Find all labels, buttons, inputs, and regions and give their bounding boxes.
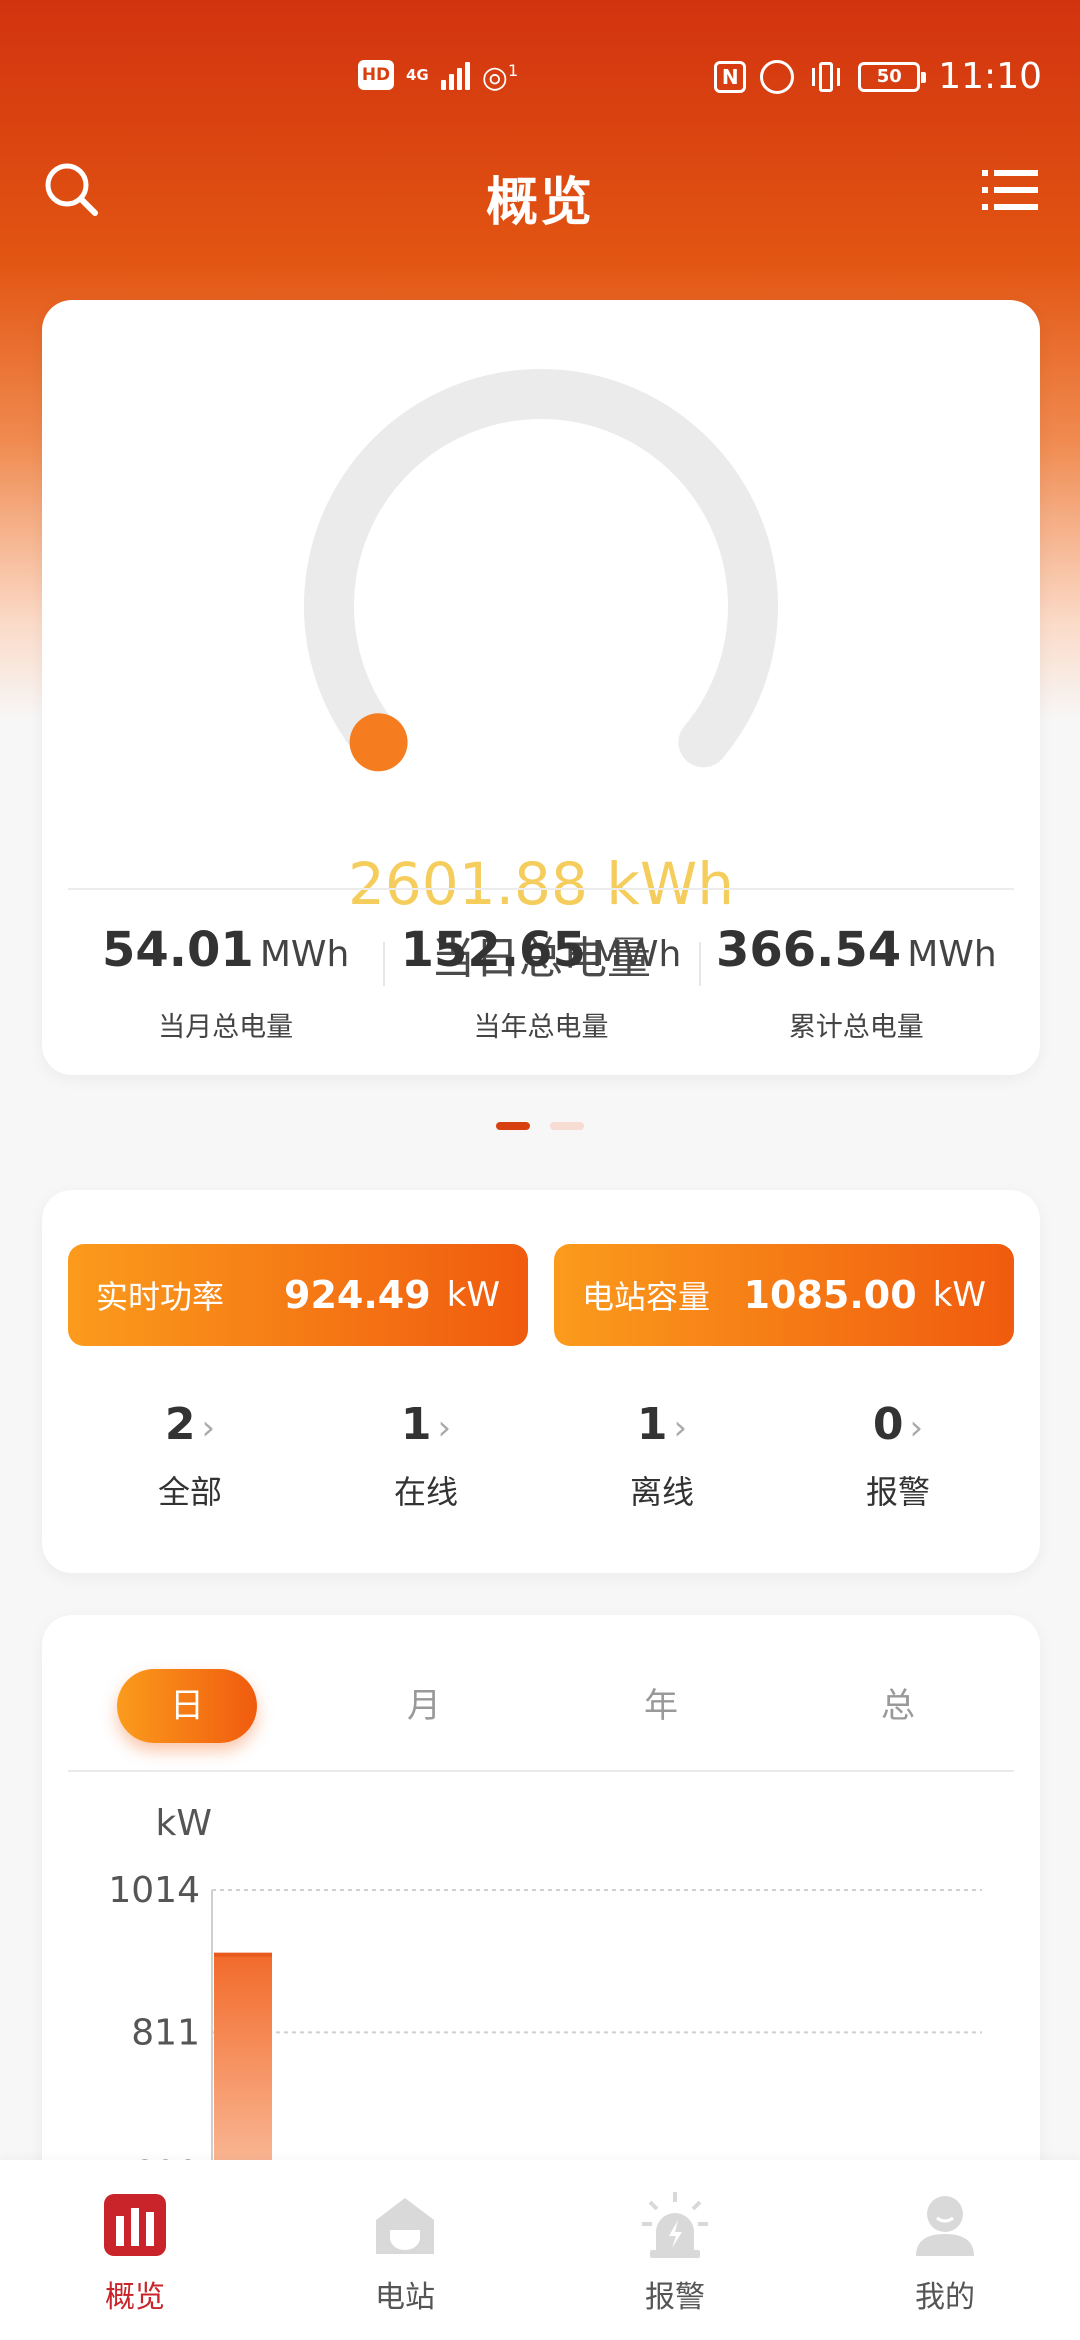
hd-badge: HD (358, 59, 394, 90)
count-all[interactable]: 2 › 全部 (72, 1400, 308, 1513)
plant-overview-card: 实时功率 924.49 kW 电站容量 1085.00 kW 2 › 全部 1 › … (42, 1190, 1040, 1573)
monthly-total-stat: 54.01 MWh 当月总电量 (68, 920, 383, 1043)
status-bar: HD 4G ◎1 N 50 11:10 (0, 0, 1080, 150)
nav-alarm[interactable]: 报警 (605, 2190, 745, 2316)
user-icon (910, 2190, 980, 2260)
list-menu-icon (982, 170, 1038, 210)
nav-label: 电站 (375, 2280, 435, 2315)
pill-label: 实时功率 (96, 1278, 225, 1316)
tab-day[interactable]: 日 (117, 1669, 257, 1743)
chevron-right-icon: › (437, 1408, 452, 1448)
pill-label: 电站容量 (582, 1278, 711, 1316)
tab-year[interactable]: 年 (591, 1669, 731, 1743)
divider (68, 888, 1014, 890)
plant-capacity-pill[interactable]: 电站容量 1085.00 kW (554, 1244, 1014, 1346)
app-header: 概览 (0, 150, 1080, 240)
carousel-pager[interactable] (496, 1122, 584, 1130)
chevron-right-icon: › (909, 1408, 924, 1448)
nfc-icon: N (714, 60, 747, 93)
chart-bars-icon (100, 2190, 170, 2260)
pill-unit: kW (446, 1275, 500, 1315)
power-chart-card: 日 月 年 总 kW1014811609 (42, 1615, 1040, 2215)
alarm-clock-icon (760, 59, 795, 94)
daily-energy-gauge (304, 369, 778, 772)
pager-dot-active[interactable] (496, 1122, 530, 1130)
tab-total[interactable]: 总 (828, 1669, 968, 1743)
battery-icon: 50 (858, 61, 927, 92)
period-tabs: 日 月 年 总 (42, 1669, 1040, 1743)
realtime-power-pill[interactable]: 实时功率 924.49 kW (68, 1244, 528, 1346)
count-label: 在线 (393, 1473, 458, 1511)
pill-value: 924.49 (284, 1273, 431, 1317)
hotspot-icon: ◎1 (481, 60, 519, 95)
power-bar-chart: kW1014811609 (108, 1803, 982, 2215)
count-offline[interactable]: 1 › 离线 (544, 1400, 780, 1513)
power-station-icon (370, 2190, 440, 2260)
count-online[interactable]: 1 › 在线 (308, 1400, 544, 1513)
chevron-right-icon: › (201, 1408, 216, 1448)
bottom-navigation: 概览 电站 报警 我的 (0, 2160, 1080, 2340)
stat-unit: MWh (259, 934, 350, 975)
y-tick-label: 1014 (108, 1870, 200, 1911)
energy-summary-card[interactable]: 2601.88 kWh 当日总电量 54.01 MWh 当月总电量 152.65 M… (42, 300, 1040, 1075)
stat-label: 当月总电量 (158, 1012, 294, 1043)
count-number: 1 (636, 1399, 668, 1450)
stat-unit: MWh (907, 934, 997, 975)
stat-value: 366.54 (715, 922, 902, 978)
pill-unit: kW (932, 1275, 986, 1315)
count-number: 0 (872, 1399, 904, 1450)
energy-stats-row: 54.01 MWh 当月总电量 152.65 MWh 当年总电量 366.54 MWh… (68, 920, 1014, 1043)
nav-overview[interactable]: 概览 (65, 2190, 205, 2316)
daily-total-value: 2601.88 kWh (348, 850, 734, 918)
alarm-light-icon (640, 2190, 710, 2260)
y-axis-unit: kW (156, 1803, 212, 1844)
stat-label: 累计总电量 (788, 1012, 924, 1043)
count-number: 2 (164, 1399, 196, 1450)
nav-power-station[interactable]: 电站 (335, 2190, 475, 2316)
count-number: 1 (400, 1399, 432, 1450)
pager-dot[interactable] (550, 1122, 584, 1130)
stat-unit: MWh (591, 934, 682, 975)
count-label: 报警 (865, 1473, 930, 1511)
menu-button[interactable] (980, 166, 1040, 214)
stat-value: 152.65 (400, 922, 586, 978)
signal-icon (440, 60, 470, 90)
chevron-right-icon: › (673, 1408, 688, 1448)
yearly-total-stat: 152.65 MWh 当年总电量 (383, 920, 698, 1043)
gauge-track (304, 369, 778, 768)
cumulative-total-stat: 366.54 MWh 累计总电量 (698, 920, 1014, 1043)
stat-value: 54.01 (102, 922, 254, 978)
plant-status-counts: 2 › 全部 1 › 在线 1 › 离线 0 › 报警 (42, 1400, 1040, 1513)
divider (68, 1770, 1014, 1772)
gauge-progress-knob (349, 713, 408, 772)
network-type: 4G (406, 65, 429, 84)
pill-value: 1085.00 (743, 1273, 917, 1317)
nav-profile[interactable]: 我的 (875, 2190, 1015, 2316)
power-bar-top (214, 1952, 272, 1957)
nav-label: 我的 (915, 2280, 975, 2315)
y-tick-label: 811 (131, 2012, 200, 2053)
vibrate-icon (808, 60, 844, 94)
stat-label: 当年总电量 (473, 1012, 609, 1043)
clock-time: 11:10 (938, 56, 1042, 97)
count-label: 离线 (629, 1473, 694, 1511)
count-label: 全部 (157, 1473, 222, 1511)
nav-label: 报警 (645, 2280, 705, 2315)
count-alarm[interactable]: 0 › 报警 (780, 1400, 1016, 1513)
nav-label: 概览 (105, 2280, 165, 2315)
tab-month[interactable]: 月 (354, 1669, 494, 1743)
page-title: 概览 (485, 173, 594, 233)
hotspot-count: 1 (507, 61, 519, 80)
